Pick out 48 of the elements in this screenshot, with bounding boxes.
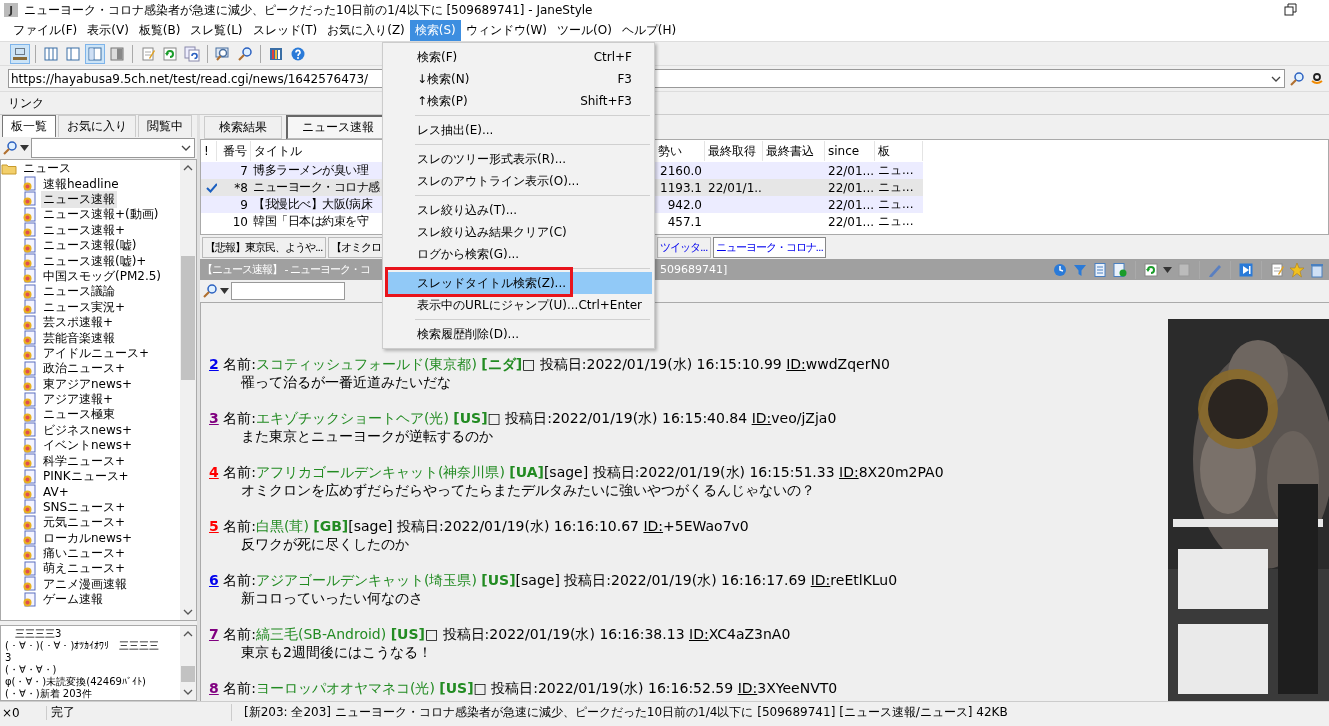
- status-info: [新203: 全203] ニューヨーク・コロナ感染者が急速に減少、ピークだった10日前の1/4以下に [509689741] [ニュース速報/ニュース] 42KB: [243, 704, 1008, 721]
- log-line: 三三三三3: [14, 628, 63, 640]
- log-line: (・∀・)新着 203件: [5, 688, 93, 700]
- app-icon: J: [4, 3, 18, 17]
- status-state: 完了: [47, 704, 232, 721]
- table-cell-text: 22/01...: [827, 197, 875, 212]
- table-cell-text: ニューヨーク・コロナ感: [252, 179, 381, 196]
- post-body: 東京も2週間後にはこうなる！: [240, 643, 433, 661]
- log-line: 3: [5, 652, 13, 664]
- post-header: 7 名前:縞三毛(SB-Android) [US]□ 投稿日:2022/01/19(水) 16:16:38.13 ID:XC4aZ3nA0: [209, 625, 792, 643]
- post-header: 4 名前:アフリカゴールデンキャット(神奈川県) [UA][sage] 投稿日:2022/01/19(水) 16:15:51.33 ID:8X20m2PA0: [209, 463, 945, 481]
- post-header: 8 名前:ヨーロッパオオヤマネコ(光) [US]□ 投稿日:2022/01/19(水) 16:16:52.59 ID:3XYeeNVT0: [209, 679, 839, 697]
- table-cell-text: 22/01...: [827, 214, 875, 229]
- table-cell-text: ニュ...: [877, 213, 915, 230]
- post-body: また東京とニューヨークが逆転するのか: [240, 427, 494, 445]
- table-cell-text: ニュ...: [877, 162, 915, 179]
- table-cell-text: *8: [233, 180, 249, 195]
- table-cell-text: 【我慢比べ】大阪(病床: [252, 196, 374, 213]
- table-cell-text: 9: [239, 197, 249, 212]
- log-line: φ(・∀・)未読変換(42469ﾊﾞｲﾄ): [5, 676, 147, 688]
- table-cell-text: 2160.0: [659, 163, 703, 178]
- table-cell-text: 22/01...: [827, 180, 875, 195]
- table-cell-text: 942.0: [666, 197, 703, 212]
- table-cell-text: 10: [231, 214, 249, 229]
- log-line: (・∀・)(・∀・)ｵﾂｶｲｵﾜﾘ 三三三三: [5, 640, 161, 652]
- post-header: 6 名前:アジアゴールデンキャット(埼玉県) [US][sage] 投稿日:2022/01/19(水) 16:16:17.69 ID:reEtlKLu0: [209, 571, 899, 589]
- status-count: ×0: [0, 705, 47, 720]
- table-cell-text: 博多ラーメンが臭い理: [252, 162, 370, 179]
- post-body: 反ワクが死に尽くしたのか: [240, 535, 410, 553]
- table-cell-text: 1193.1: [659, 180, 703, 195]
- post-header: 3 名前:エキゾチックショートヘア(光) [US]□ 投稿日:2022/01/19(水) 16:15:40.84 ID:veo/jZja0: [209, 409, 838, 427]
- table-cell-text: 22/01...: [827, 163, 875, 178]
- post-body: 罹って治るが一番近道みたいだな: [240, 373, 452, 391]
- table-cell-text: 韓国「日本は約束を守: [252, 213, 370, 230]
- table-cell-text: 457.1: [666, 214, 703, 229]
- thread-title: 【ニュース速報】 - ニューヨーク・コ: [202, 263, 370, 276]
- post-header: 2 名前:スコティッシュフォールド(東京都) [ニダ]□ 投稿日:2022/01/19(水) 16:15:10.99 ID:wwdZqerN0: [209, 355, 891, 373]
- post-body: オミクロンを広めずだらだらやってたらまたデルタみたいに強いやつがくるんじゃないの？: [240, 481, 816, 499]
- table-cell-text: ニュ...: [877, 196, 915, 213]
- window-title: ニューヨーク・コロナ感染者が急速に減少、ピークだった10日前の1/4以下に [509689741] - JaneStyle: [24, 1, 594, 19]
- post-body: 新コロっていったい何なのさ: [240, 589, 424, 607]
- table-cell-text: 22/01/1...: [707, 180, 763, 195]
- table-cell-text: 7: [239, 163, 249, 178]
- links-label: リンク: [8, 94, 44, 112]
- log-line: (・∀・∀・): [5, 664, 58, 676]
- table-cell-text: ニュ...: [877, 179, 915, 196]
- thread-key: 509689741]: [660, 263, 728, 276]
- post-header: 5 名前:白黒(茸) [GB][sage] 投稿日:2022/01/19(水) 16:16:10.67 ID:+5EWao7v0: [209, 517, 750, 535]
